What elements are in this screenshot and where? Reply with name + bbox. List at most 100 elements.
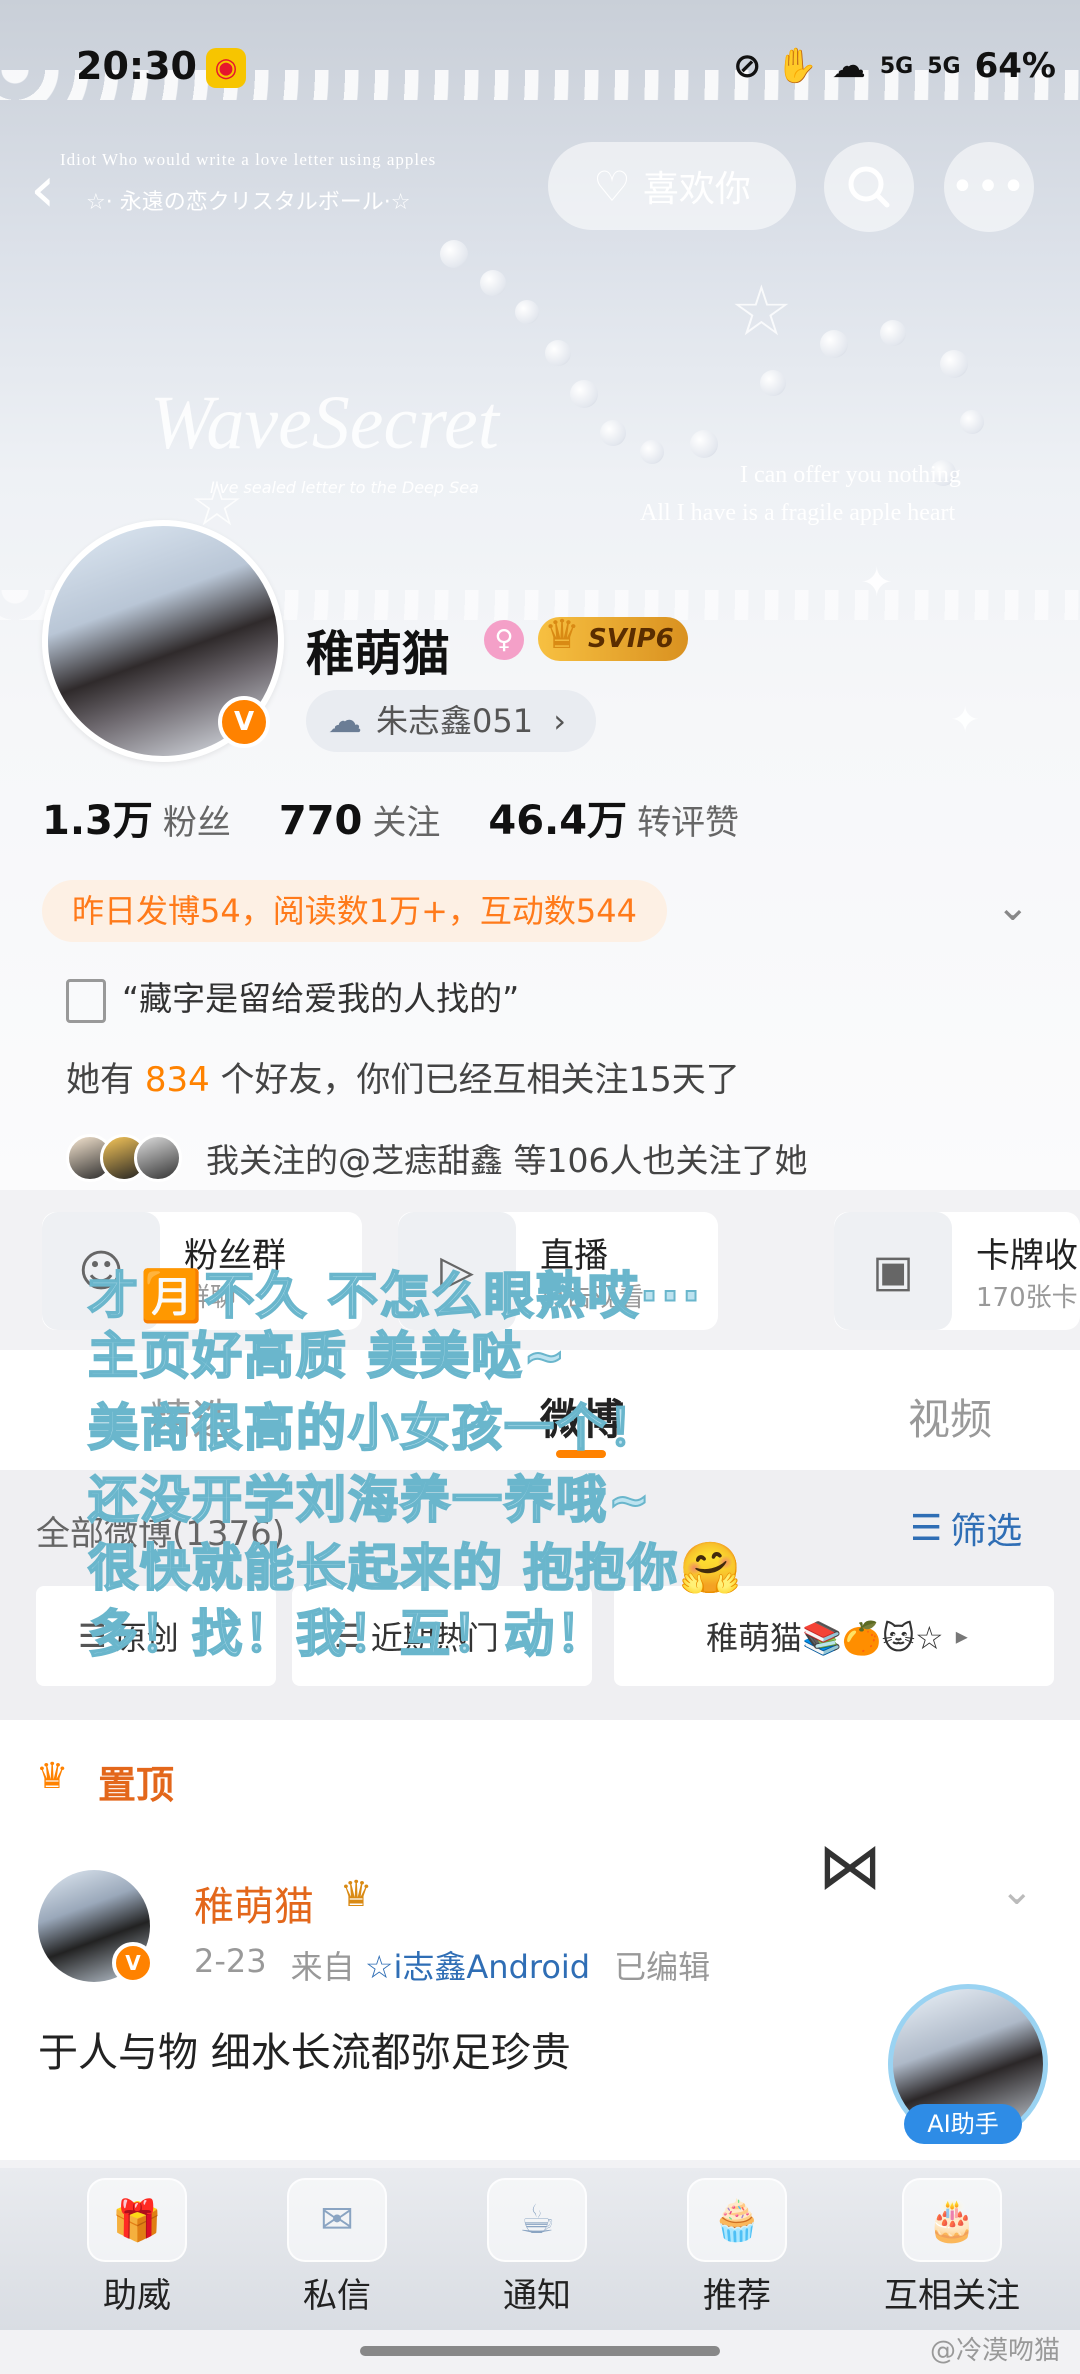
cover-brand: WaveSecret	[150, 381, 499, 465]
post-date: 2-23	[194, 1942, 267, 1980]
friends-prefix: 她有	[66, 1060, 134, 1100]
profile-name: 稚萌猫	[306, 626, 451, 682]
filter-button[interactable]: ☰ 筛选	[910, 1502, 1022, 1554]
overlay-line: 主页好高质 美美哒~	[87, 1326, 568, 1386]
cover-text: Idiot Who would write a love letter usin…	[60, 150, 437, 169]
fan-group-pill[interactable]: ☁ 朱志鑫051 ›	[306, 690, 597, 752]
filter-label: 筛选	[950, 1511, 1023, 1552]
star-decoration: ☆	[730, 270, 793, 352]
fans-stat[interactable]: 1.3万 粉丝	[42, 788, 231, 846]
nav-support[interactable]: 🎁 助威	[62, 2168, 212, 2317]
ai-assistant-label: AI助手	[904, 2104, 1022, 2144]
verified-badge-icon: V	[218, 696, 270, 748]
interact-count: 46.4万	[488, 798, 628, 844]
teapot-icon: ☕	[487, 2178, 587, 2262]
nav-recommend[interactable]: 🧁 推荐	[662, 2168, 812, 2317]
mute-icon: ⊘	[733, 46, 762, 86]
card-icon: ▣	[834, 1212, 952, 1330]
post-meta: 2-23 来自 ☆i志鑫Android 已编辑	[194, 1942, 710, 1988]
chip-label: 稚萌猫📚🍊🐱☆	[706, 1619, 944, 1657]
status-time: 20:30	[76, 44, 197, 88]
more-button[interactable]: •••	[944, 142, 1034, 232]
chevron-right-icon: ›	[553, 702, 567, 740]
feed: ♛ 置顶 V 稚萌猫 ♛ 2-23 来自 ☆i志鑫Android 已编辑 ⋈ ⌄…	[0, 1720, 1080, 2160]
battery-text: 64%	[974, 46, 1056, 86]
follow-count: 770	[278, 798, 363, 844]
source-prefix: 来自	[290, 1948, 355, 1986]
nav-mutual-follow[interactable]: 🎂 互相关注	[862, 2168, 1042, 2317]
nav-label: 通知	[503, 2276, 571, 2316]
edited-label: 已编辑	[614, 1948, 711, 1986]
star-decoration: ✦	[950, 700, 981, 741]
note-icon	[66, 978, 106, 1023]
verified-badge-icon: V	[112, 1942, 154, 1984]
bio-text: “藏字是留给爱我的人找的”	[122, 979, 520, 1018]
post-source[interactable]: ☆i志鑫Android	[365, 1948, 590, 1986]
card-title: 卡牌收	[976, 1236, 1078, 1276]
tab-video[interactable]: 视频	[908, 1386, 992, 1447]
crown-icon: ♛	[544, 612, 580, 658]
nav-notifications[interactable]: ☕ 通知	[462, 2168, 612, 2317]
follow-label: 关注	[372, 803, 441, 843]
nav-label: 互相关注	[884, 2276, 1020, 2316]
profile-stats: 1.3万 粉丝 770 关注 46.4万 转评赞	[42, 788, 739, 846]
mutual-follow[interactable]: 我关注的@芝痣甜鑫 等106人也关注了她	[66, 1134, 807, 1182]
avatar	[134, 1134, 182, 1182]
like-label: 喜欢你	[642, 169, 751, 210]
signal-icon: 5G	[927, 53, 961, 79]
search-icon	[848, 166, 890, 208]
cloud-icon: ☁	[328, 701, 362, 741]
signal-icon: 5G	[879, 53, 914, 79]
watermark: @冷漠吻猫	[929, 2336, 1060, 2366]
pinned-label: 置顶	[98, 1763, 175, 1807]
follow-stat[interactable]: 770 关注	[279, 795, 441, 844]
cupcake-icon: 🧁	[687, 2178, 787, 2262]
friends-info[interactable]: 她有 834 个好友，你们已经互相关注15天了	[66, 1052, 740, 1101]
search-button[interactable]	[824, 142, 914, 232]
chevron-down-icon[interactable]: ⌄	[996, 884, 1030, 930]
nav-label: 推荐	[703, 2276, 771, 2316]
chip-topic[interactable]: 稚萌猫📚🍊🐱☆ ▸	[614, 1586, 1054, 1686]
cover-text: I've sealed letter to the Deep Sea	[210, 478, 479, 497]
chevron-right-icon: ▸	[955, 1622, 968, 1650]
card-subtitle: 170张卡	[976, 1283, 1078, 1313]
post-author[interactable]: 稚萌猫	[194, 1874, 314, 1932]
cloud-icon: ☁	[831, 46, 866, 86]
home-indicator[interactable]	[360, 2346, 720, 2356]
nav-label: 私信	[303, 2276, 371, 2316]
status-right: ⊘ ✋ ☁ 5G 5G 64%	[733, 46, 1056, 86]
nav-label: 助威	[103, 2276, 171, 2316]
fans-label: 粉丝	[162, 803, 231, 843]
chevron-down-icon[interactable]: ⌄	[1000, 1868, 1034, 1914]
fans-count: 1.3万	[42, 798, 153, 844]
bottom-nav: 🎁 助威 ✉ 私信 ☕ 通知 🧁 推荐 🎂 互相关注	[0, 2168, 1080, 2330]
bio: “藏字是留给爱我的人找的”	[66, 972, 519, 1023]
overlay-line: 多！找！我！互！动！	[87, 1604, 608, 1664]
bow-icon: ⋈	[818, 1830, 882, 1904]
post-content: 于人与物 细水长流都弥足珍贵	[38, 2030, 571, 2076]
star-decoration: ✦	[860, 560, 894, 606]
cover-text: I can offer you nothing	[740, 462, 961, 488]
overlay-line: 美商很高的小女孩一个！	[87, 1398, 660, 1458]
overlay-line: 很快就能长起来的 抱抱你🤗	[87, 1538, 744, 1598]
friends-suffix: 个好友，你们已经互相关注15天了	[220, 1060, 740, 1100]
vip-crown-icon: ♛	[340, 1874, 373, 1915]
hand-icon: ✋	[775, 46, 818, 86]
pin-crown-icon: ♛	[36, 1756, 69, 1797]
interact-stat[interactable]: 46.4万 转评赞	[488, 788, 739, 846]
nav-messages[interactable]: ✉ 私信	[262, 2168, 412, 2317]
gift-icon: 🎁	[87, 2178, 187, 2262]
back-arrow-icon[interactable]: ‹	[30, 150, 90, 230]
interact-label: 转评赞	[637, 803, 740, 843]
fan-group-label: 朱志鑫051	[376, 702, 534, 740]
more-icon: •••	[950, 164, 1028, 210]
weibo-app-icon: ◉	[206, 48, 246, 88]
heart-hand-icon: ♡	[593, 161, 631, 211]
overlay-line: 还没开学刘海养一养哦~	[87, 1470, 652, 1530]
like-button[interactable]: ♡ 喜欢你	[548, 142, 796, 230]
activity-pill[interactable]: 昨日发博54，阅读数1万+，互动数544	[42, 880, 667, 942]
cover-text: ☆· 永遠の恋クリスタルボール·☆	[86, 190, 411, 215]
filter-icon: ☰	[910, 1507, 943, 1549]
friends-count: 834	[144, 1060, 210, 1100]
card-collection-card[interactable]: ▣ 卡牌收 170张卡	[834, 1212, 1080, 1330]
